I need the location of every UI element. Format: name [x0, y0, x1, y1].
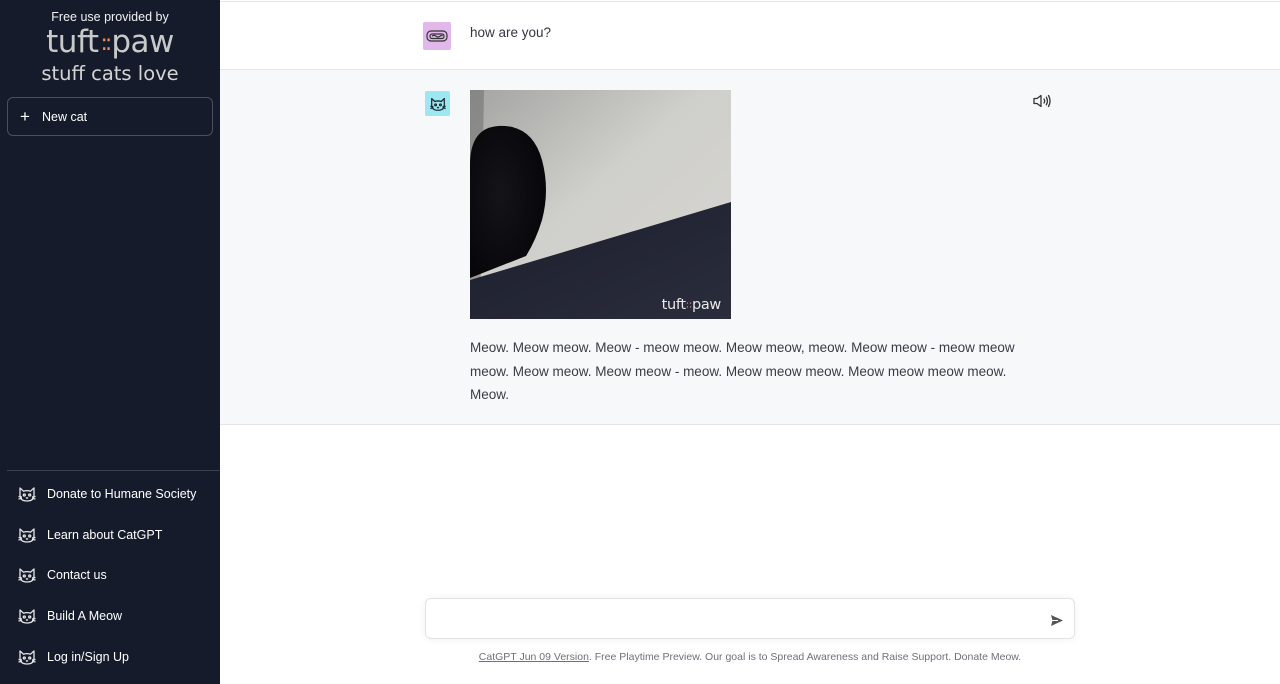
message-input[interactable]: [438, 609, 1028, 629]
sidebar-item-label: Build A Meow: [47, 609, 123, 624]
speaker-icon[interactable]: [1032, 93, 1052, 109]
brand-logo[interactable]: tuft::paw: [0, 25, 220, 61]
bot-message-text: Meow. Meow meow. Meow - meow meow. Meow …: [470, 340, 1015, 402]
cat-bed-icon: [426, 29, 448, 43]
sidebar-links: Donate to Humane Society Learn about Cat…: [7, 474, 213, 677]
footer-note: CatGPT Jun 09 Version. Free Playtime Pre…: [220, 651, 1280, 663]
sidebar-item-build[interactable]: Build A Meow: [7, 596, 213, 637]
watermark-right: paw: [691, 297, 721, 313]
brand-logo-left: tuft: [46, 24, 99, 60]
sidebar-divider: [7, 470, 220, 471]
footer-text: . Free Playtime Preview. Our goal is to …: [588, 651, 1022, 663]
cat-face-icon: [17, 647, 37, 667]
version-link[interactable]: CatGPT Jun 09 Version: [479, 651, 589, 663]
cat-face-icon: [17, 565, 37, 585]
user-message-row: how are you?: [220, 2, 1280, 70]
user-message-text: how are you?: [470, 25, 552, 40]
brand-logo-right: paw: [111, 24, 174, 60]
sidebar-item-learn[interactable]: Learn about CatGPT: [7, 515, 213, 556]
chat-main: how are you? tuft::paw Meow. Meow meow. …: [220, 0, 1280, 684]
sponsor-block: Free use provided by tuft::paw stuff cat…: [0, 10, 220, 85]
cat-face-icon: [17, 525, 37, 545]
user-avatar: [423, 22, 451, 50]
brand-tagline: stuff cats love: [41, 61, 179, 85]
cat-face-icon: [17, 606, 37, 626]
sidebar: Free use provided by tuft::paw stuff cat…: [0, 0, 220, 684]
sidebar-item-donate[interactable]: Donate to Humane Society: [7, 474, 213, 515]
cat-photo: tuft::paw: [470, 90, 731, 319]
image-watermark: tuft::paw: [661, 297, 722, 313]
cat-photo-image: [470, 90, 731, 319]
sidebar-item-label: Learn about CatGPT: [47, 527, 163, 542]
watermark-left: tuft: [661, 297, 687, 313]
cat-face-icon: [429, 95, 447, 113]
sponsor-caption: Free use provided by: [51, 10, 169, 24]
plus-icon: +: [20, 107, 30, 126]
send-icon[interactable]: [1050, 614, 1064, 627]
sidebar-item-contact[interactable]: Contact us: [7, 555, 213, 596]
bot-message-row: tuft::paw Meow. Meow meow. Meow - meow m…: [220, 70, 1280, 425]
sidebar-item-label: Contact us: [47, 568, 107, 583]
message-composer: [425, 598, 1075, 639]
new-cat-label: New cat: [42, 109, 88, 124]
sidebar-item-label: Donate to Humane Society: [47, 487, 197, 502]
sidebar-item-label: Log in/Sign Up: [47, 649, 130, 664]
cat-face-icon: [17, 484, 37, 504]
brand-logo-dots: ::: [100, 30, 112, 56]
bot-avatar: [425, 91, 450, 116]
sidebar-item-login[interactable]: Log in/Sign Up: [7, 636, 213, 677]
new-cat-button[interactable]: + New cat: [7, 97, 213, 136]
